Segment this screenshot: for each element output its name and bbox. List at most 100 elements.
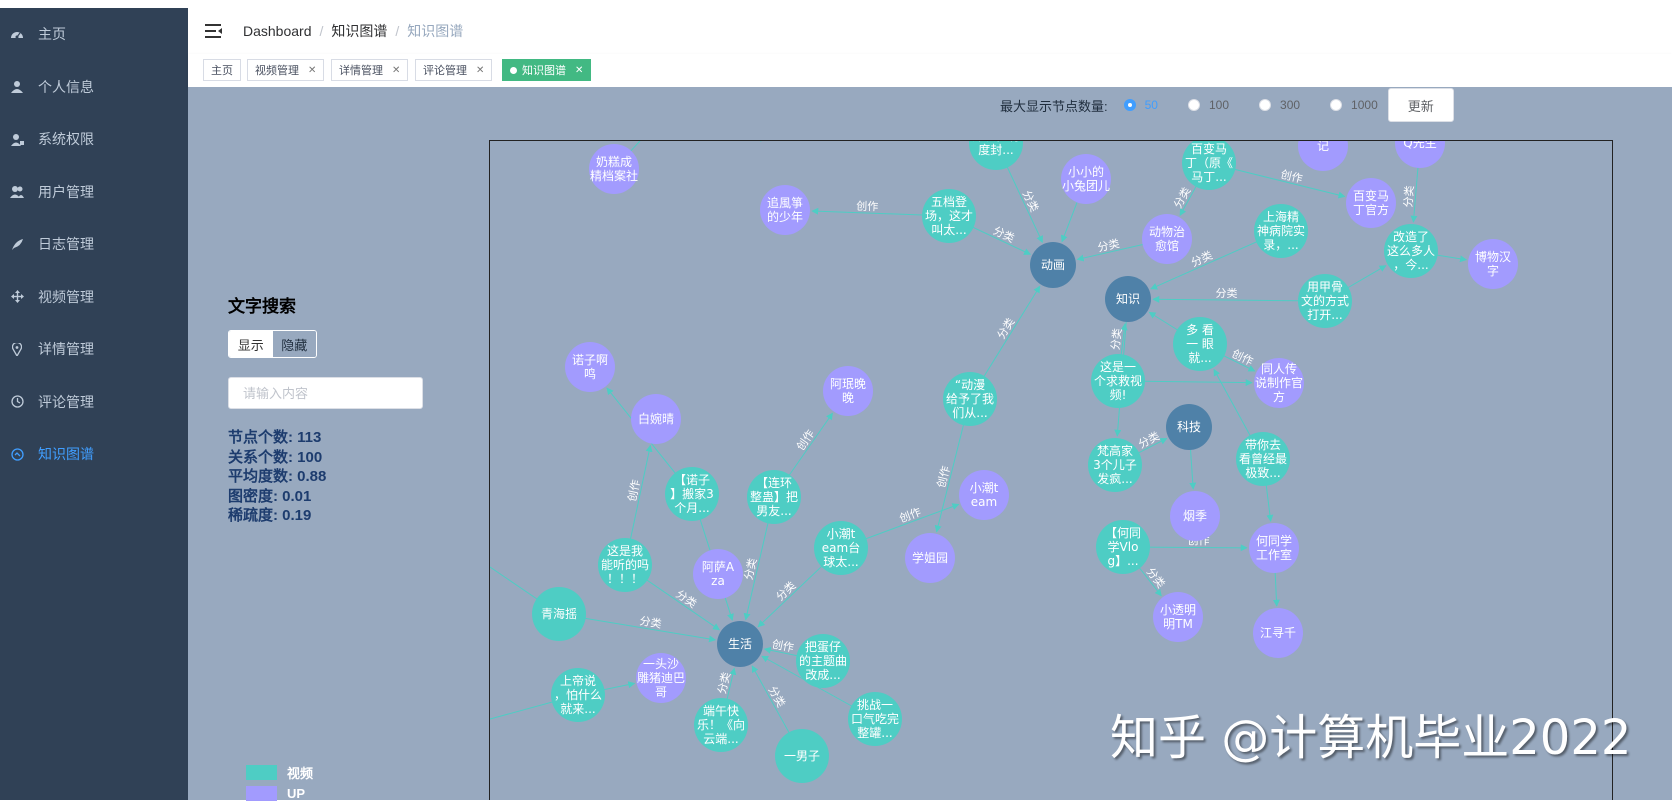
up-node[interactable]: 小透明明TM [1153, 592, 1203, 642]
edge-label: 创作 [856, 200, 878, 214]
node-label: eam [971, 495, 997, 509]
show-button[interactable]: 显示 [229, 331, 273, 357]
video-node[interactable]: 小潮team台球太... [814, 521, 868, 575]
up-node[interactable]: 追風箏的少年 [760, 185, 810, 235]
node-label: 何同学 [1256, 533, 1292, 548]
video-node[interactable]: 端午快乐！《向云端... [694, 698, 748, 752]
up-node[interactable]: 何同学工作室 [1249, 523, 1299, 573]
video-node[interactable]: 【连环整蛊】把男友... [747, 470, 801, 524]
video-node[interactable]: 【诺子】搬家3个月... [665, 467, 719, 521]
up-node[interactable]: 阿珉晚晚 [823, 366, 873, 416]
up-node[interactable]: 同人传说制作官方 [1254, 358, 1304, 408]
radio-100[interactable]: 100 [1187, 98, 1229, 112]
video-node[interactable]: “动漫给予了我们从... [943, 372, 997, 426]
node-label: 【连环 [756, 475, 792, 490]
video-node[interactable]: 带你去看曾经最极致... [1236, 432, 1290, 486]
sidebar-item-users[interactable]: 用户管理 [0, 166, 188, 219]
category-node[interactable]: 科技 [1166, 404, 1212, 450]
edge-label: 分类 [714, 671, 733, 696]
tag-video-management[interactable]: 视频管理 ✕ [247, 59, 325, 81]
tag-home[interactable]: 主页 [203, 59, 241, 81]
category-node[interactable]: 生活 [717, 621, 763, 667]
category-node[interactable]: 动画 [1030, 242, 1076, 288]
video-node[interactable]: 百变马丁（原《马丁... [1182, 141, 1236, 190]
sidebar-item-details[interactable]: 详情管理 [0, 323, 188, 376]
sidebar-item-knowledge-graph[interactable]: 知识图谱 [0, 428, 188, 481]
video-node[interactable]: 用甲骨文的方式打开... [1298, 274, 1352, 328]
up-node[interactable]: 奶糕成精档案社 [589, 144, 639, 194]
tag-detail-management[interactable]: 详情管理 ✕ [331, 59, 409, 81]
node-label: 精档案社 [590, 168, 638, 183]
close-icon[interactable]: ✕ [308, 65, 316, 76]
video-node[interactable]: 多 看一 眼就... [1173, 317, 1227, 371]
stat-sparsity: 稀疏度: 0.19 [228, 507, 312, 524]
sidebar-item-label: 个人信息 [38, 78, 94, 95]
radio-300[interactable]: 300 [1259, 98, 1300, 112]
category-node[interactable]: 知识 [1105, 276, 1151, 322]
radio-1000[interactable]: 1000 [1330, 98, 1378, 112]
node-label: 【何同 [1105, 526, 1141, 540]
up-node[interactable]: 小小的小兔团儿 [1061, 154, 1111, 204]
video-node[interactable]: 炸裂，有度封... [969, 141, 1023, 170]
up-node[interactable]: 江寻千 [1253, 608, 1303, 658]
video-node[interactable]: 把蛋仔的主题曲改成... [796, 634, 850, 688]
node-label: 生活 [728, 637, 752, 651]
video-node[interactable]: 这是一个求救视频! [1091, 354, 1145, 408]
node-label: 晚 [842, 391, 854, 405]
video-node[interactable]: 这是我能听的吗！！！ [598, 538, 652, 592]
sidebar-item-profile[interactable]: 个人信息 [0, 61, 188, 114]
video-node[interactable]: 青海摇 [532, 587, 586, 641]
close-icon[interactable]: ✕ [575, 65, 583, 76]
video-node[interactable]: 【何同学Vlog】... [1096, 520, 1150, 574]
edge-label: 创作 [1279, 168, 1303, 186]
node-label: 一 眼 [1186, 337, 1214, 351]
sidebar-item-home[interactable]: 主页 [0, 8, 188, 61]
sidebar-item-comments[interactable]: 评论管理 [0, 376, 188, 429]
up-node[interactable]: 烟季 [1170, 491, 1220, 541]
sidebar-item-logs[interactable]: 日志管理 [0, 218, 188, 271]
legend-item-video[interactable]: 视频 [246, 762, 313, 783]
video-node[interactable]: 五档登场，这才叫太... [922, 189, 976, 243]
edge-label: 分类 [1401, 185, 1417, 208]
breadcrumb-knowledge-graph[interactable]: 知识图谱 [331, 21, 387, 41]
close-icon[interactable]: ✕ [392, 65, 400, 76]
search-input[interactable] [228, 377, 423, 409]
video-node[interactable]: 一男子 [775, 729, 829, 783]
hamburger-icon[interactable] [205, 24, 223, 38]
up-node[interactable]: 一头沙雕猪迪巴哥 [636, 653, 686, 703]
close-icon[interactable]: ✕ [476, 65, 484, 76]
up-node[interactable]: 百变马丁官方 [1346, 178, 1396, 228]
user-lock-icon [10, 132, 24, 146]
tag-label: 视频管理 [255, 65, 299, 77]
video-node[interactable]: 挑战一口气吃完整罐... [848, 692, 902, 746]
up-node[interactable]: 记 [1298, 141, 1348, 171]
sidebar-item-permissions[interactable]: 系统权限 [0, 113, 188, 166]
up-node[interactable]: 阿萨Aza [693, 549, 743, 599]
node-label: 学姐园 [912, 550, 948, 565]
up-node[interactable]: Q先生 [1395, 141, 1445, 168]
breadcrumb-dashboard[interactable]: Dashboard [243, 23, 312, 39]
edge-label: 分类 [673, 587, 699, 611]
node-label: 小潮t [827, 526, 856, 541]
video-node[interactable]: 上海精神病院实录，... [1254, 204, 1308, 258]
sidebar-item-videos[interactable]: 视频管理 [0, 271, 188, 324]
up-node[interactable]: 博物汉字 [1468, 239, 1518, 289]
radio-50[interactable]: 50 [1123, 98, 1158, 112]
up-node[interactable]: 诺子啊鸣 [565, 342, 615, 392]
legend-item-up[interactable]: UP [246, 783, 313, 804]
video-node[interactable]: 改造了这么多人，今... [1384, 224, 1438, 278]
tag-comment-management[interactable]: 评论管理 ✕ [415, 59, 493, 81]
up-node[interactable]: 动物治愈馆 [1142, 214, 1192, 264]
up-node[interactable]: 学姐园 [905, 533, 955, 583]
node-label: 上海精 [1263, 209, 1299, 224]
up-node[interactable]: 白婉晴 [631, 394, 681, 444]
video-node[interactable]: 梵高家3个儿子发疯... [1088, 438, 1142, 492]
node-label: 这是一 [1100, 359, 1136, 374]
node-label: 把蛋仔 [805, 640, 841, 654]
hide-button[interactable]: 隐藏 [272, 331, 316, 357]
update-button[interactable]: 更新 [1387, 88, 1454, 122]
video-node[interactable]: 上帝说，怕什么就来... [551, 668, 605, 722]
tag-knowledge-graph[interactable]: 知识图谱 ✕ [502, 59, 592, 81]
up-node[interactable]: 小潮team [959, 470, 1009, 520]
node-label: 发疯... [1097, 471, 1132, 486]
